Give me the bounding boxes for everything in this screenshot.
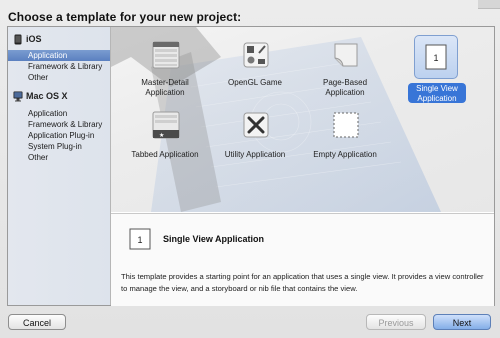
sidebar-item-ios-other[interactable]: Other (8, 72, 110, 83)
new-project-dialog: Choose a template for your new project: … (0, 0, 500, 338)
template-label: Master-Detail Application (141, 78, 189, 97)
previous-button[interactable]: Previous (366, 314, 426, 330)
cancel-button[interactable]: Cancel (8, 314, 66, 330)
template-label: Utility Application (224, 150, 286, 159)
sidebar-item-mac-application[interactable]: Application (8, 108, 110, 119)
template-opengl-game[interactable]: OpenGL Game (209, 35, 301, 105)
mac-icon (13, 91, 23, 102)
template-label: OpenGL Game (228, 78, 282, 87)
description-text: This template provides a starting point … (121, 272, 484, 293)
next-button[interactable]: Next (433, 314, 491, 330)
template-label: Page-Based Application (322, 78, 368, 97)
description-title: Single View Application (163, 234, 265, 244)
page-based-icon (334, 43, 358, 67)
svg-text:1: 1 (433, 53, 438, 63)
template-label: Single View Application (416, 84, 458, 103)
window-corner (478, 0, 500, 9)
template-single-view[interactable]: 1 Single View Application (391, 35, 483, 105)
sidebar-item-mac-other[interactable]: Other (8, 152, 110, 163)
single-view-icon: 1 (425, 44, 447, 70)
sidebar-item-mac-framework-library[interactable]: Application Plug-in (8, 130, 110, 141)
sidebar-section-label: Mac OS X (26, 91, 68, 101)
template-master-detail[interactable]: Master-Detail Application (119, 35, 211, 105)
template-label: Empty Application (313, 150, 377, 159)
template-page-based[interactable]: Page-Based Application (299, 35, 391, 105)
dialog-heading: Choose a template for your new project: (8, 10, 242, 24)
template-empty[interactable]: Empty Application (299, 105, 391, 175)
template-description-pane: 1 Single View Application This template … (111, 213, 494, 306)
master-detail-icon (152, 41, 180, 69)
sidebar-section-macos: Mac OS X (8, 88, 110, 104)
sidebar-section-label: iOS (26, 34, 42, 44)
single-view-icon: 1 (129, 228, 151, 250)
template-utility[interactable]: Utility Application (209, 105, 301, 175)
opengl-game-icon (243, 42, 269, 68)
sidebar-section-ios: iOS (8, 31, 110, 47)
template-chooser: iOS Application Framework & Library Othe… (7, 26, 495, 306)
svg-text:★: ★ (159, 132, 164, 139)
svg-text:1: 1 (137, 235, 142, 245)
template-label: Tabbed Application (131, 150, 199, 159)
sidebar-item-mac-application-plugin[interactable]: Framework & Library (8, 119, 110, 130)
sidebar-item-ios-framework-library[interactable]: Framework & Library (8, 61, 110, 72)
sidebar-item-ios-application[interactable]: Application (8, 50, 110, 61)
platform-sidebar: iOS Application Framework & Library Othe… (8, 27, 111, 305)
template-tabbed[interactable]: ★ Tabbed Application (119, 105, 211, 175)
empty-app-icon (333, 112, 359, 138)
template-grid: Master-Detail Application OpenGL Game Pag… (111, 27, 494, 212)
iphone-icon (14, 34, 22, 45)
utility-icon (243, 112, 269, 138)
sidebar-item-mac-system-plugin[interactable]: System Plug-in (8, 141, 110, 152)
tabbed-icon: ★ (152, 111, 180, 139)
